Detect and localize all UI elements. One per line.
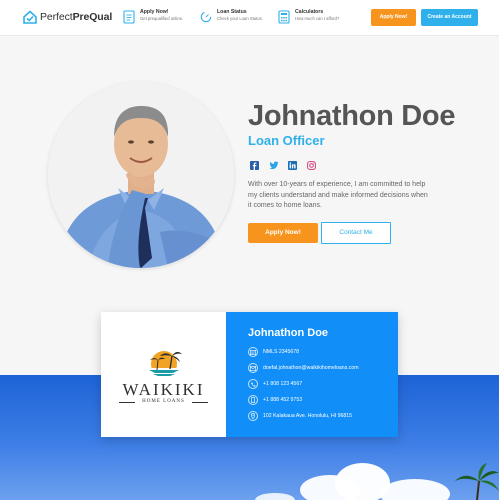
calculator-icon — [278, 10, 290, 24]
card-info-panel: Johnathon Doe NMLS 2345678 doefal.johnat… — [226, 312, 398, 437]
nmls-text: NMLS 2345678 — [263, 349, 300, 355]
apply-now-button[interactable]: Apply Now! — [248, 223, 318, 243]
house-check-icon — [23, 10, 37, 24]
cloud-image — [380, 479, 450, 500]
nav-calculators[interactable]: Calculators How much can I afford? — [278, 9, 339, 24]
nav-apply-now[interactable]: Apply Now! Get prequalified online. — [123, 9, 183, 24]
nav-item-subtitle: How much can I afford? — [295, 16, 340, 21]
email-row[interactable]: doefal.johnathon@waikikihomeloans.com — [248, 363, 359, 373]
envelope-icon — [248, 363, 258, 373]
phone-icon — [248, 379, 258, 389]
top-navbar: PerfectPreQual Apply Now! Get prequalifi… — [0, 0, 499, 36]
mobile-row[interactable]: +1 888 452 9753 — [248, 395, 302, 405]
id-card-icon — [248, 347, 258, 357]
mobile-phone-icon — [248, 395, 258, 405]
phone-row[interactable]: +1 808 123 4567 — [248, 379, 302, 389]
brand-name: WAIKIKI — [122, 380, 205, 399]
logo-text: PerfectPreQual — [40, 11, 113, 23]
palm-tree-image — [455, 463, 499, 500]
profile-title: Loan Officer — [248, 133, 325, 148]
portrait-image — [48, 82, 234, 268]
phone-text[interactable]: +1 808 123 4567 — [263, 381, 302, 387]
card-name: Johnathon Doe — [248, 327, 329, 339]
address-row: 102 Kalakaua Ave. Honolulu, HI 96815 — [248, 411, 352, 421]
divider — [192, 402, 208, 403]
create-account-button[interactable]: Create an Account — [421, 9, 478, 26]
card-logo-panel: WAIKIKI HOME LOANS — [101, 312, 226, 437]
nav-item-title: Apply Now! — [140, 9, 169, 15]
location-pin-icon — [248, 411, 258, 421]
business-card: WAIKIKI HOME LOANS Johnathon Doe NMLS 23… — [101, 312, 398, 437]
profile-bio: With over 10-years of experience, I am c… — [248, 181, 428, 209]
logo[interactable]: PerfectPreQual — [23, 10, 112, 24]
linkedin-icon[interactable] — [288, 157, 297, 170]
twitter-icon[interactable] — [269, 157, 279, 170]
nav-apply-button[interactable]: Apply Now! — [371, 9, 416, 26]
nmls-row: NMLS 2345678 — [248, 347, 299, 357]
cloud-image — [255, 493, 295, 500]
mobile-text[interactable]: +1 888 452 9753 — [263, 397, 302, 403]
social-links — [250, 157, 316, 170]
profile-photo — [48, 82, 234, 268]
instagram-icon[interactable] — [307, 157, 316, 170]
nav-item-title: Calculators — [295, 9, 324, 15]
sunset-palm-logo-icon — [143, 351, 185, 380]
address-text: 102 Kalakaua Ave. Honolulu, HI 96815 — [263, 413, 353, 419]
status-gauge-icon — [200, 11, 212, 23]
facebook-icon[interactable] — [250, 157, 259, 170]
profile-name: Johnathon Doe — [248, 100, 456, 132]
nav-loan-status[interactable]: Loan Status Check your Loan Status. — [200, 9, 263, 24]
document-icon — [123, 10, 135, 24]
nav-item-subtitle: Get prequalified online. — [140, 16, 184, 21]
email-link[interactable]: doefal.johnathon@waikikihomeloans.com — [263, 365, 359, 371]
nav-item-title: Loan Status — [217, 9, 247, 15]
contact-me-button[interactable]: Contact Me — [321, 222, 391, 244]
nav-item-subtitle: Check your Loan Status. — [217, 16, 263, 21]
